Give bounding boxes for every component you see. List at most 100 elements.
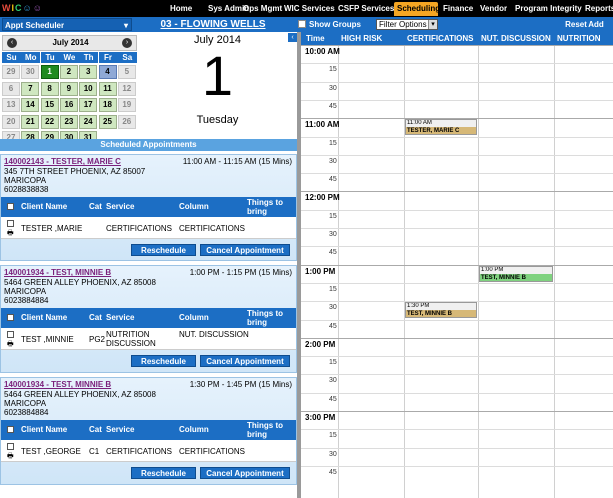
grid-slot-line <box>301 319 613 321</box>
reschedule-button[interactable]: Reschedule <box>131 467 196 479</box>
nav-tab-wic-services[interactable]: WIC Services <box>281 2 335 16</box>
collapse-panel-icon[interactable]: ‹ <box>288 33 297 42</box>
print-icon[interactable]: 🖶 <box>7 229 14 240</box>
calendar-day[interactable]: 18 <box>98 98 117 112</box>
column-header-service: Service <box>106 313 135 322</box>
row-checkbox[interactable] <box>7 443 14 450</box>
show-groups-checkbox[interactable]: Show Groups <box>298 19 361 30</box>
schedule-event-time: 1:30 PM <box>406 303 476 311</box>
grid-minute-label: 45 <box>329 395 337 403</box>
print-icon[interactable]: 🖶 <box>7 340 14 351</box>
calendar-day[interactable]: 7 <box>21 81 40 96</box>
calendar-day[interactable]: 17 <box>79 98 98 112</box>
cancel-appointment-button[interactable]: Cancel Appointment <box>200 355 290 367</box>
grid-minute-label: 30 <box>329 304 337 312</box>
select-all-checkbox[interactable] <box>7 426 14 433</box>
grid-slot-line <box>301 429 613 431</box>
calendar-day[interactable]: 14 <box>21 98 40 112</box>
appointment-table-row: 🖶 TESTER ,MARIE CERTIFICATIONS CERTIFICATIO… <box>1 217 296 239</box>
appointment-time: 11:00 AM - 11:15 AM (15 Mins) <box>182 157 292 166</box>
nav-tab-vendor[interactable]: Vendor <box>477 2 511 16</box>
calendar-day[interactable]: 10 <box>79 81 98 96</box>
calendar-day[interactable]: 24 <box>79 114 98 129</box>
column-header-cat: Cat <box>89 313 102 322</box>
select-all-checkbox[interactable] <box>7 203 14 210</box>
calendar-day[interactable]: 22 <box>40 114 59 129</box>
appointment-table-header: Client Name Cat Service Column Things to bri… <box>1 420 296 440</box>
row-checkbox[interactable] <box>7 331 14 338</box>
schedule-event[interactable]: 1:30 PM TEST, MINNIE B <box>405 302 477 319</box>
column-header-column: Column <box>179 425 209 434</box>
prev-month-icon[interactable]: ‹ <box>7 38 17 48</box>
grid-slot-line <box>301 374 613 376</box>
appointment-time: 1:00 PM - 1:15 PM (15 Mins) <box>189 268 292 277</box>
calendar-day[interactable]: 21 <box>21 114 40 129</box>
select-all-checkbox[interactable] <box>7 314 14 321</box>
nav-tab-csfp-services[interactable]: CSFP Services <box>335 2 394 16</box>
appointment-table-row: 🖶 TEST ,GEORGE C1 CERTIFICATIONS CERTIFICATI… <box>1 440 296 462</box>
reschedule-button[interactable]: Reschedule <box>131 244 196 256</box>
grid-header-nutrition: NUTRITION <box>557 34 601 43</box>
column-header-cat: Cat <box>89 202 102 211</box>
appointment-client-link[interactable]: 140001934 - TEST, MINNIE B <box>4 380 111 389</box>
grid-minute-label: 30 <box>329 450 337 458</box>
filter-options-select[interactable]: Filter Options ▾ <box>376 19 438 30</box>
calendar-day[interactable]: 9 <box>59 81 78 96</box>
column-header-client: Client Name <box>21 202 68 211</box>
calendar-day[interactable]: 16 <box>59 98 78 112</box>
grid-hour-line <box>301 411 613 412</box>
calendar-day[interactable]: 11 <box>98 81 117 96</box>
grid-slot-line <box>301 392 613 394</box>
calendar-day[interactable]: 15 <box>40 98 59 112</box>
checkbox-icon[interactable] <box>298 20 306 28</box>
row-column: CERTIFICATIONS <box>179 447 245 456</box>
reschedule-button[interactable]: Reschedule <box>131 355 196 367</box>
nav-tab-ops-mgmt[interactable]: Ops Mgmt <box>240 2 282 16</box>
calendar-day[interactable]: 23 <box>59 114 78 129</box>
grid-minute-label: 30 <box>329 377 337 385</box>
calendar-day[interactable]: 2 <box>59 65 78 79</box>
grid-slot-line <box>301 228 613 229</box>
column-header-column: Column <box>179 313 209 322</box>
schedule-event[interactable]: 11:00 AM TESTER, MARIE C <box>405 119 477 136</box>
appointment-card: 140001934 - TEST, MINNIE B 1:30 PM - 1:45… <box>0 377 297 485</box>
grid-slot-line <box>301 356 613 358</box>
appointment-client-link[interactable]: 140002143 - TESTER, MARIE C <box>4 157 121 166</box>
calendar-day[interactable]: 25 <box>98 114 117 129</box>
nav-tab-home[interactable]: Home <box>167 2 203 16</box>
row-checkbox[interactable] <box>7 220 14 227</box>
nav-tab-finance[interactable]: Finance <box>440 2 475 16</box>
module-select[interactable]: Appt Scheduler ▾ <box>2 18 132 31</box>
weekday-header-mo: Mo <box>21 52 41 63</box>
calendar-day[interactable]: 4 <box>98 65 117 79</box>
nav-tab-reports[interactable]: Reports <box>582 2 613 16</box>
grid-hour-line <box>301 191 613 193</box>
grid-hour-label: 3:00 PM <box>305 413 336 422</box>
clinic-title-link[interactable]: 03 - FLOWING WELLS <box>136 17 290 32</box>
grid-header-nut-discussion: NUT. DISCUSSION <box>481 34 551 43</box>
nav-tab-scheduling[interactable]: Scheduling <box>394 2 440 16</box>
print-icon[interactable]: 🖶 <box>7 452 14 463</box>
app-logo: WIC☺☺ <box>2 3 43 13</box>
calendar-day[interactable]: 1 <box>40 65 59 79</box>
nav-tab-sys-admin[interactable]: Sys Admin <box>205 2 249 16</box>
row-service: CERTIFICATIONS <box>106 224 172 233</box>
cancel-appointment-button[interactable]: Cancel Appointment <box>200 244 290 256</box>
grid-slot-line <box>301 282 613 284</box>
nav-tab-program-integrity[interactable]: Program Integrity <box>512 2 582 16</box>
calendar-day: 29 <box>2 65 20 79</box>
appointment-client-link[interactable]: 140001934 - TEST, MINNIE B <box>4 268 111 277</box>
calendar-day[interactable]: 8 <box>40 81 59 96</box>
cancel-appointment-button[interactable]: Cancel Appointment <box>200 467 290 479</box>
grid-minute-label: 45 <box>329 102 337 110</box>
weekday-header-tu: Tu <box>40 52 60 63</box>
schedule-event-time: 1:00 PM <box>480 266 552 274</box>
grid-minute-label: 30 <box>329 157 337 165</box>
next-month-icon[interactable]: › <box>122 38 132 48</box>
appointment-card: 140002143 - TESTER, MARIE C 11:00 AM - 11… <box>0 154 297 261</box>
calendar-day[interactable]: 3 <box>79 65 98 79</box>
schedule-event[interactable]: 1:00 PM TEST, MINNIE B <box>479 265 553 282</box>
add-button[interactable]: Add <box>581 18 611 31</box>
grid-header-time: Time <box>306 34 325 43</box>
grid-slot-line <box>301 99 613 101</box>
